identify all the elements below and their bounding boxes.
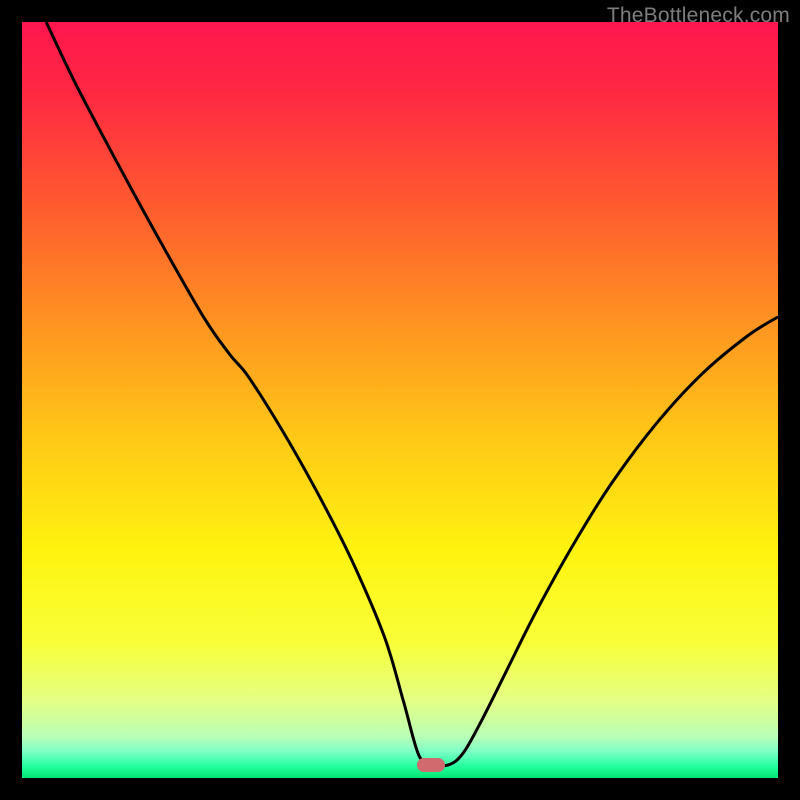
plot-area [22, 22, 778, 778]
bottleneck-curve [22, 22, 778, 778]
optimal-marker [417, 758, 446, 772]
curve-path [46, 22, 778, 766]
watermark-text: TheBottleneck.com [607, 4, 790, 28]
chart-frame: TheBottleneck.com [0, 0, 800, 800]
